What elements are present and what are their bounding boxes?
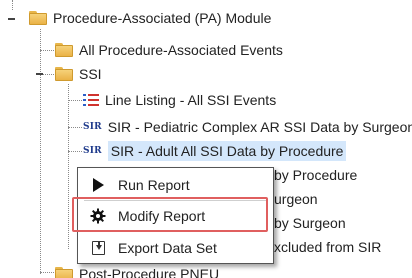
tree-node-label: SSI bbox=[79, 66, 102, 82]
tree-node-label: All Procedure-Associated Events bbox=[79, 42, 283, 58]
sir-icon: SIR bbox=[83, 122, 102, 132]
play-icon bbox=[78, 177, 118, 192]
modify-report-highlight bbox=[72, 197, 268, 232]
tree-node-sir-adult[interactable]: SIR SIR - Adult All SSI Data by Procedur… bbox=[83, 140, 347, 162]
tree-node-post-procedure[interactable]: Post-Procedure PNEU bbox=[55, 263, 219, 278]
tree-node-label: xcluded from SIR bbox=[274, 239, 382, 255]
tree-connector bbox=[40, 29, 41, 274]
menu-item-label: Run Report bbox=[118, 176, 190, 193]
tree-node-partial[interactable]: xcluded from SIR bbox=[274, 236, 381, 258]
tree-node-label: SIR - Pediatric Complex AR SSI Data by S… bbox=[107, 119, 412, 135]
tree-node-module[interactable]: Procedure-Associated (PA) Module bbox=[29, 7, 271, 29]
tree-node-line-listing[interactable]: Line Listing - All SSI Events bbox=[83, 89, 276, 111]
export-data-set-menu-item[interactable]: Export Data Set bbox=[78, 233, 273, 262]
tree-connector bbox=[68, 127, 82, 128]
menu-item-label: Export Data Set bbox=[118, 239, 217, 256]
tree-node-partial[interactable]: by Procedure bbox=[274, 164, 357, 186]
tree-connector bbox=[40, 272, 54, 273]
collapse-toggle[interactable] bbox=[6, 13, 17, 24]
tree-node-all-events[interactable]: All Procedure-Associated Events bbox=[55, 39, 283, 61]
folder-icon bbox=[29, 11, 47, 25]
tree-node-label: Line Listing - All SSI Events bbox=[105, 92, 277, 108]
tree-connector bbox=[12, 0, 13, 10]
run-report-menu-item[interactable]: Run Report bbox=[78, 170, 273, 199]
folder-icon bbox=[55, 43, 73, 57]
tree-node-label: Post-Procedure PNEU bbox=[79, 266, 220, 278]
tree-node-label: Procedure-Associated (PA) Module bbox=[53, 10, 272, 26]
tree-node-ssi[interactable]: SSI bbox=[55, 63, 102, 85]
sir-icon: SIR bbox=[83, 146, 102, 156]
tree-connector bbox=[68, 84, 69, 249]
tree-node-sir-pediatric[interactable]: SIR SIR - Pediatric Complex AR SSI Data … bbox=[83, 116, 412, 138]
line-listing-icon bbox=[83, 93, 99, 107]
tree-node-partial[interactable]: by Surgeon bbox=[274, 212, 346, 234]
tree-node-partial[interactable]: urgeon bbox=[274, 188, 318, 210]
tree-node-label: by Procedure bbox=[274, 167, 358, 183]
folder-icon bbox=[55, 67, 73, 81]
export-icon bbox=[78, 240, 118, 255]
folder-icon bbox=[55, 267, 73, 278]
tree-node-label: SIR - Adult All SSI Data by Procedure bbox=[107, 141, 347, 161]
tree-connector bbox=[40, 50, 54, 51]
tree-connector bbox=[68, 100, 82, 101]
tree-connector bbox=[68, 151, 82, 152]
tree-node-label: by Surgeon bbox=[274, 215, 346, 231]
collapse-toggle[interactable] bbox=[34, 68, 45, 79]
tree-node-label: urgeon bbox=[274, 191, 318, 207]
